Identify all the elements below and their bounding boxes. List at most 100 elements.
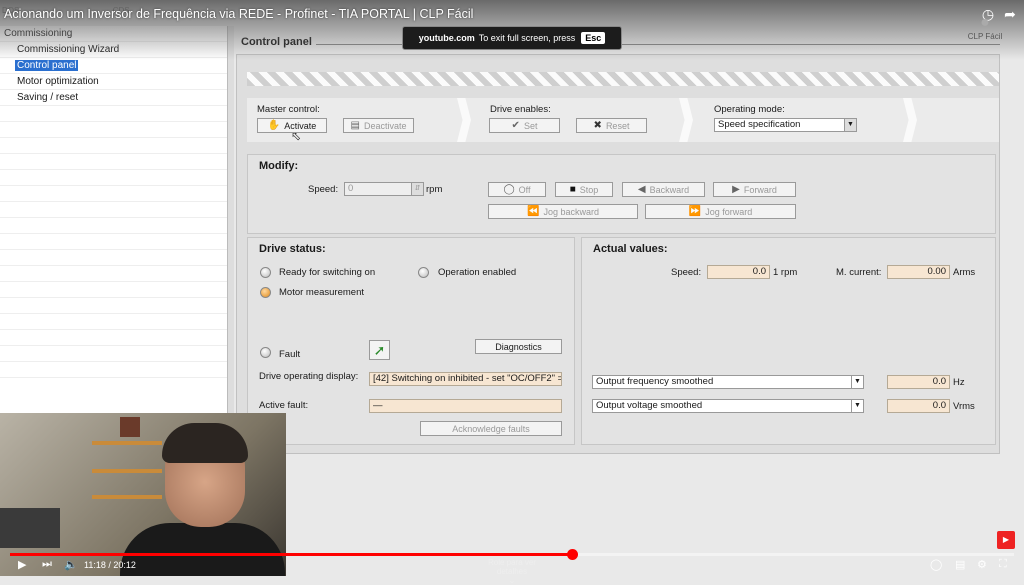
shelf <box>92 495 162 499</box>
motor-current-value: 0.00 <box>887 265 950 279</box>
fullscreen-toast: youtube.com To exit full screen, press E… <box>402 26 622 50</box>
spinner-icon: ⇵ <box>411 183 423 195</box>
master-control-bar: Master control: ✋ Activate ▤ Deactivate Dr… <box>247 98 999 142</box>
ready-indicator-icon <box>260 267 271 278</box>
hand-icon: ✋ <box>267 120 281 131</box>
toast-site: youtube.com <box>418 33 475 43</box>
player-controls: ▶ ⏭ 🔈 11:18 / 20:12 Role para ver detalh… <box>0 556 1024 585</box>
chevron-down-icon: ▼ <box>844 119 856 131</box>
operating-display-value: [42] Switching on inhibited - set "OC/OF… <box>369 372 562 386</box>
arrow-up-right-icon: ➚ <box>373 341 386 358</box>
play-icon[interactable]: ▶ <box>18 558 26 571</box>
signal-2-unit: Vrms <box>953 401 975 412</box>
tree-empty-row <box>0 218 227 234</box>
modify-panel: Modify: Speed: 0 ⇵ rpm ◯ Off ■ Stop ◀ Backwa… <box>247 154 996 234</box>
pane-splitter[interactable] <box>228 26 234 416</box>
deactivate-button[interactable]: ▤ Deactivate <box>343 118 414 133</box>
set-button[interactable]: ✔ Set <box>489 118 560 133</box>
tree-empty-row <box>0 186 227 202</box>
signal-1-value: 0.0 <box>887 375 950 389</box>
actual-speed-label: Speed: <box>671 267 702 278</box>
chevron-divider <box>903 98 917 142</box>
tree-empty-row <box>0 154 227 170</box>
acknowledge-faults-button[interactable]: Acknowledge faults <box>420 421 562 436</box>
tree-empty-row <box>0 330 227 346</box>
stop-button[interactable]: ■ Stop <box>555 182 613 197</box>
motor-current-label: M. current: <box>836 267 882 278</box>
equipment <box>120 417 140 437</box>
scroll-hint: Role para ver detalhes ⌄ <box>487 558 537 585</box>
channel-watermark-icon[interactable]: ▶ <box>997 531 1015 549</box>
tree-empty-row <box>0 170 227 186</box>
deactivate-icon: ▤ <box>350 120 360 131</box>
forward-button[interactable]: ▶ Forward <box>713 182 796 197</box>
channel-logo: ● CLP Fácil <box>957 14 1013 60</box>
drive-enables-label: Drive enables: <box>490 104 551 115</box>
forward-icon: ▶ <box>732 184 740 195</box>
tree-empty-row <box>0 106 227 122</box>
actual-speed-value: 0.0 <box>707 265 770 279</box>
signal-1-unit: Hz <box>953 377 965 388</box>
webcam-overlay <box>0 413 286 576</box>
tree-item-commissioning-wizard[interactable]: Commissioning Wizard <box>0 42 227 58</box>
next-icon[interactable]: ⏭ <box>42 558 52 571</box>
actual-values-title: Actual values: <box>593 243 668 255</box>
status-hatch-bar <box>247 72 999 86</box>
signal-2-select[interactable]: Output voltage smoothed ▼ <box>592 399 864 413</box>
jog-backward-button[interactable]: ⏪ Jog backward <box>488 204 638 219</box>
operating-mode-select[interactable]: Speed specification ▼ <box>714 118 857 132</box>
tree-empty-row <box>0 122 227 138</box>
tree-empty-row <box>0 138 227 154</box>
ready-label: Ready for switching on <box>279 267 376 278</box>
jog-forward-icon: ⏩ <box>688 206 702 217</box>
volume-icon[interactable]: 🔈 <box>64 558 78 571</box>
backward-icon: ◀ <box>637 184 646 195</box>
speed-unit: rpm <box>426 184 443 195</box>
tree-item-saving-reset[interactable]: Saving / reset <box>0 90 227 106</box>
subtitles-icon[interactable]: ▤ <box>955 558 965 571</box>
backward-button[interactable]: ◀ Backward <box>622 182 705 197</box>
toast-message: To exit full screen, press <box>478 33 576 43</box>
jog-backward-icon: ⏪ <box>527 206 540 217</box>
chevron-divider <box>457 98 471 142</box>
operation-enabled-indicator-icon <box>418 267 429 278</box>
navigation-tree: Commissioning Commissioning Wizard Contr… <box>0 26 228 416</box>
settings-icon[interactable]: ⚙ <box>977 558 987 571</box>
shelf <box>92 469 162 473</box>
chevron-down-icon: ▼ <box>851 400 863 412</box>
control-panel-body: Master control: ✋ Activate ▤ Deactivate Dr… <box>236 54 1000 454</box>
video-title: Acionando um Inversor de Frequência via … <box>4 7 474 21</box>
motor-current-unit: Arms <box>953 267 976 278</box>
go-to-fault-button[interactable]: ➚ <box>369 340 390 360</box>
master-control-label: Master control: <box>257 104 320 115</box>
chevron-divider <box>679 98 693 142</box>
autoplay-toggle[interactable]: ◯ <box>930 558 942 571</box>
signal-1-select[interactable]: Output frequency smoothed ▼ <box>592 375 864 389</box>
drive-status-panel: Drive status: Ready for switching on Ope… <box>247 237 575 445</box>
presenter-hair <box>162 423 248 463</box>
active-fault-label: Active fault: <box>259 400 309 411</box>
shelf <box>92 441 162 445</box>
tree-item-commissioning[interactable]: Commissioning <box>0 26 227 42</box>
channel-logo-icon: ● <box>980 14 990 31</box>
motor-measurement-indicator-icon <box>260 287 271 298</box>
control-panel: Control panel Master control: ✋ Activate … <box>236 28 1000 458</box>
diagnostics-button[interactable]: Diagnostics <box>475 339 562 354</box>
operating-display-label: Drive operating display: <box>259 371 359 382</box>
drive-status-title: Drive status: <box>259 243 326 255</box>
off-button[interactable]: ◯ Off <box>488 182 546 197</box>
off-icon: ◯ <box>503 184 515 195</box>
stop-icon: ■ <box>569 184 576 195</box>
jog-forward-button[interactable]: ⏩ Jog forward <box>645 204 796 219</box>
reset-button[interactable]: ✖ Reset <box>576 118 647 133</box>
fault-indicator-icon <box>260 347 271 358</box>
tree-empty-row <box>0 202 227 218</box>
exit-fullscreen-icon[interactable]: ⛶ <box>999 558 1007 571</box>
speed-setpoint-input[interactable]: 0 ⇵ <box>344 182 424 196</box>
modify-title: Modify: <box>259 160 299 172</box>
signal-2-value: 0.0 <box>887 399 950 413</box>
tree-item-motor-optimization[interactable]: Motor optimization <box>0 74 227 90</box>
tree-item-control-panel[interactable]: Control panel <box>0 58 227 74</box>
tree-empty-row <box>0 346 227 362</box>
tree-empty-row <box>0 250 227 266</box>
